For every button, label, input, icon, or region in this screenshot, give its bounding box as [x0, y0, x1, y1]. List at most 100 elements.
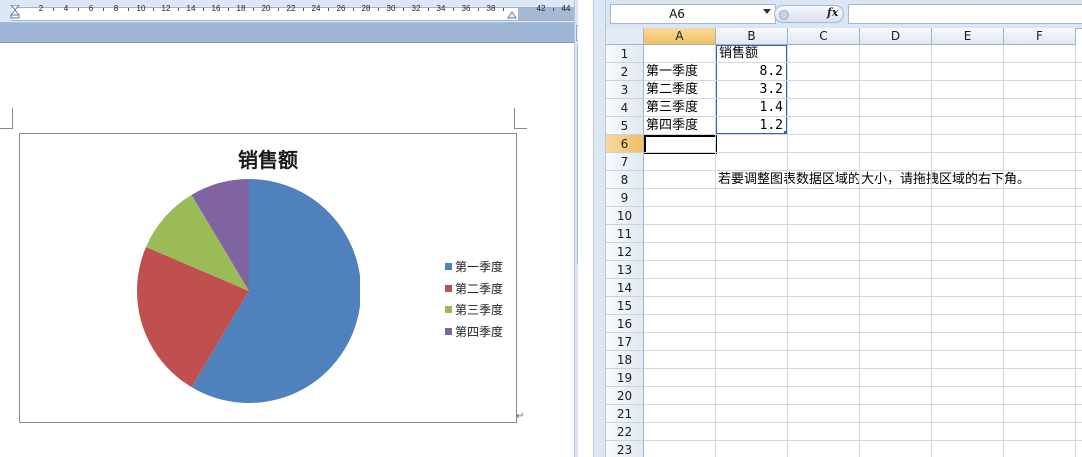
- row-header-11[interactable]: 11: [606, 225, 644, 243]
- ruler-dot: [453, 8, 454, 11]
- row-header-13[interactable]: 13: [606, 261, 644, 279]
- row-header-22[interactable]: 22: [606, 423, 644, 441]
- ruler-tick-label: 34: [436, 4, 446, 13]
- row-header-21[interactable]: 21: [606, 405, 644, 423]
- cell-a4[interactable]: 第三季度: [646, 99, 698, 117]
- ruler-dot: [78, 8, 79, 11]
- excel-data-pane: A6 fx 销售额 第一季度 8.2 第二季度 3.2 第三季度 1.4 第四季…: [606, 0, 1082, 457]
- cell-a3[interactable]: 第二季度: [646, 81, 698, 99]
- legend-item[interactable]: 第一季度: [445, 258, 515, 280]
- embedded-pie-chart[interactable]: 销售额 第一季度 第二季度 第三季度 第四季度: [19, 133, 517, 423]
- ruler-tick-label: 36: [461, 4, 471, 13]
- legend-item[interactable]: 第三季度: [445, 301, 515, 323]
- grid-hline: [644, 440, 1082, 441]
- ruler-dot: [153, 8, 154, 11]
- row-header-7[interactable]: 7: [606, 153, 644, 171]
- formula-expand-pill[interactable]: fx: [774, 5, 844, 23]
- legend-label: 第四季度: [455, 324, 504, 339]
- legend-item[interactable]: 第四季度: [445, 323, 515, 345]
- cell-b1[interactable]: 销售额: [719, 45, 758, 63]
- ruler-dot: [53, 8, 54, 11]
- chevron-down-icon[interactable]: [763, 9, 771, 14]
- row-header-9[interactable]: 9: [606, 189, 644, 207]
- column-header-f[interactable]: F: [1004, 28, 1076, 45]
- cell-b8[interactable]: 若要调整图表数据区域的大小，请拖拽区域的右下角。: [718, 171, 1030, 189]
- chart-title: 销售额: [238, 148, 298, 172]
- formula-input[interactable]: [848, 4, 1082, 24]
- row-header-19[interactable]: 19: [606, 369, 644, 387]
- grid-hline: [644, 242, 1082, 243]
- ruler-tick-label: 44: [561, 4, 571, 13]
- grid-hline: [644, 368, 1082, 369]
- insert-function-group: fx: [774, 4, 844, 23]
- row-header-6[interactable]: 6: [606, 135, 644, 153]
- fx-icon[interactable]: fx: [827, 6, 838, 19]
- legend-swatch: [445, 327, 452, 335]
- cell-b4[interactable]: 1.4: [716, 99, 783, 117]
- grid-vline: [931, 45, 932, 457]
- column-header-c[interactable]: C: [788, 28, 860, 45]
- column-header-d[interactable]: D: [860, 28, 932, 45]
- ruler-dot: [478, 8, 479, 11]
- scroll-thumb[interactable]: [577, 44, 578, 264]
- row-header-20[interactable]: 20: [606, 387, 644, 405]
- cell-a2[interactable]: 第一季度: [646, 63, 698, 81]
- ruler-dot: [128, 8, 129, 11]
- legend-swatch: [445, 284, 452, 292]
- margin-corner-right: [514, 108, 527, 129]
- ruler-tick-label: 8: [113, 4, 119, 13]
- ruler-dot: [378, 8, 379, 11]
- cell-a5[interactable]: 第四季度: [646, 117, 698, 135]
- grid-vline: [859, 45, 860, 457]
- column-header-a[interactable]: A: [644, 28, 716, 45]
- ruler-tick-label: 20: [261, 4, 271, 13]
- row-header-14[interactable]: 14: [606, 279, 644, 297]
- row-header-2[interactable]: 2: [606, 63, 644, 81]
- row-header-4[interactable]: 4: [606, 99, 644, 117]
- row-header-5[interactable]: 5: [606, 117, 644, 135]
- ruler-dot: [428, 8, 429, 11]
- grid-vline: [1003, 45, 1004, 457]
- pane-divider[interactable]: [593, 0, 606, 457]
- row-header-3[interactable]: 3: [606, 81, 644, 99]
- name-box[interactable]: A6: [610, 4, 776, 24]
- ruler-dot: [353, 8, 354, 11]
- column-header-b[interactable]: B: [716, 28, 788, 45]
- grid-hline: [644, 278, 1082, 279]
- ruler-tick-label: 18: [236, 4, 246, 13]
- grid-hline: [644, 296, 1082, 297]
- legend-swatch: [445, 263, 452, 270]
- row-header-18[interactable]: 18: [606, 351, 644, 369]
- grid-hline: [644, 98, 1082, 99]
- grid-hline: [644, 224, 1082, 225]
- grid-hline: [644, 80, 1082, 81]
- horizontal-ruler[interactable]: 2 4 6 8 10 12 14 16 18 20 22 24 26 28 30 32 34 36 38 42 44: [0, 0, 574, 23]
- grid-hline: [644, 116, 1082, 117]
- row-header-23[interactable]: 23: [606, 441, 644, 457]
- row-header-17[interactable]: 17: [606, 333, 644, 351]
- split-window-icon[interactable]: ⧉: [576, 25, 578, 41]
- grid-hline: [644, 260, 1082, 261]
- formula-bar: A6 fx: [606, 0, 1082, 29]
- cell-b3[interactable]: 3.2: [716, 81, 783, 99]
- worksheet-grid[interactable]: 销售额 第一季度 8.2 第二季度 3.2 第三季度 1.4 第四季度 1.2 …: [606, 28, 1082, 457]
- chart-legend: 第一季度 第二季度 第三季度 第四季度: [445, 258, 515, 344]
- column-header-e[interactable]: E: [932, 28, 1004, 45]
- row-header-16[interactable]: 16: [606, 315, 644, 333]
- ruler-tick-label: 30: [386, 4, 396, 13]
- grid-hline: [644, 422, 1082, 423]
- cell-b2[interactable]: 8.2: [716, 63, 783, 81]
- row-header-10[interactable]: 10: [606, 207, 644, 225]
- select-all-corner[interactable]: [606, 28, 644, 45]
- left-indent-marker-icon[interactable]: [10, 5, 20, 19]
- legend-item[interactable]: 第二季度: [445, 280, 515, 302]
- row-header-12[interactable]: 12: [606, 243, 644, 261]
- ruler-dot: [503, 8, 504, 11]
- row-header-1[interactable]: 1: [606, 45, 644, 63]
- row-header-8[interactable]: 8: [606, 171, 644, 189]
- ruler-tick-label: 22: [286, 4, 296, 13]
- cell-b5[interactable]: 1.2: [716, 117, 783, 135]
- vertical-scrollbar[interactable]: ⧉: [574, 0, 578, 457]
- row-header-15[interactable]: 15: [606, 297, 644, 315]
- right-indent-marker-icon[interactable]: [507, 11, 517, 19]
